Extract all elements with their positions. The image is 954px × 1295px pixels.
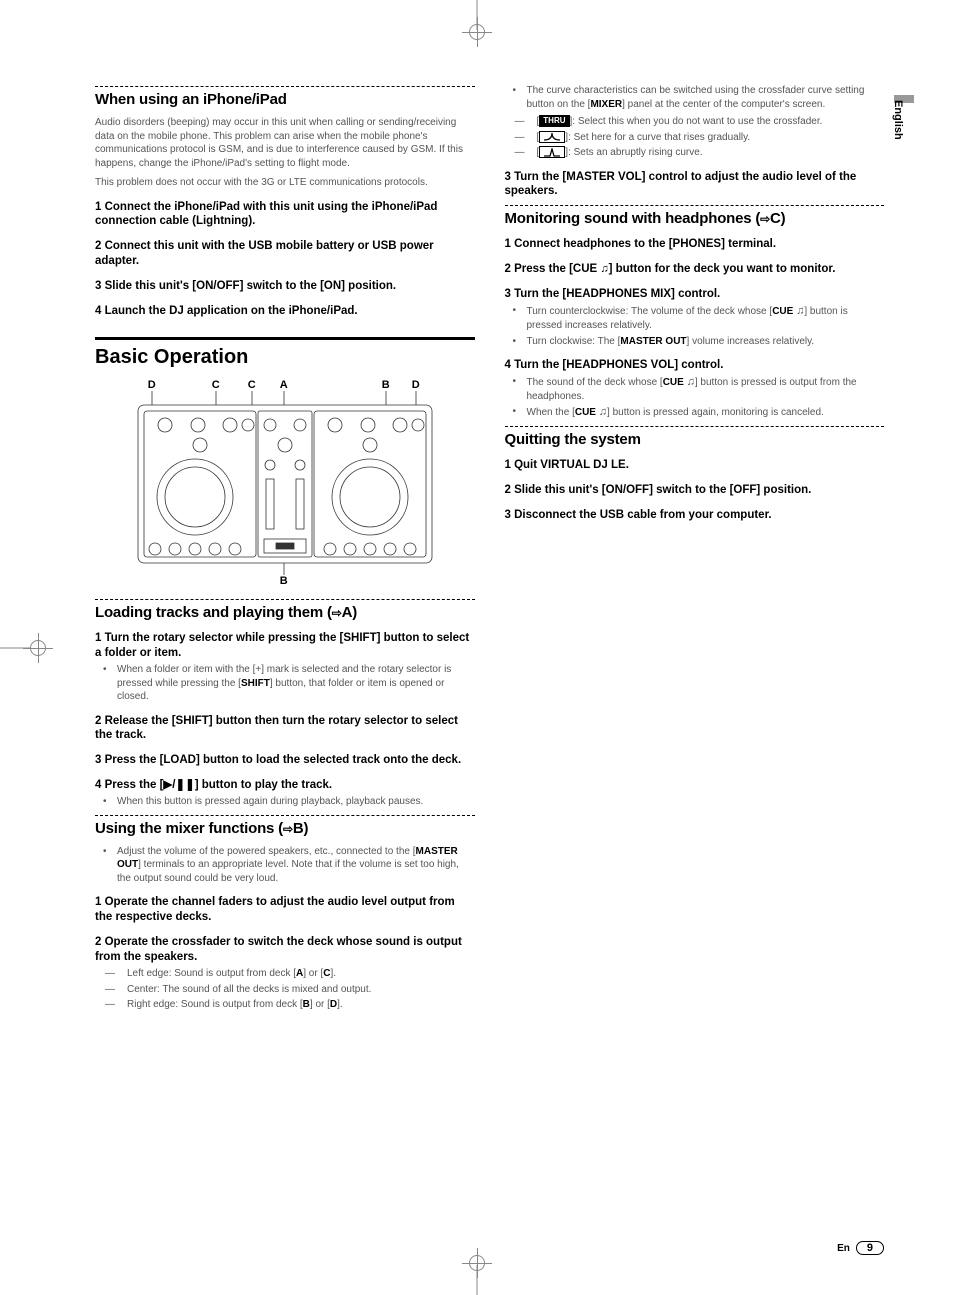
- paragraph: Audio disorders (beeping) may occur in t…: [95, 116, 475, 170]
- step-1: 1 Quit VIRTUAL DJ LE.: [505, 458, 885, 473]
- divider-dashed: [95, 86, 475, 87]
- paragraph: This problem does not occur with the 3G …: [95, 176, 475, 190]
- step-4: 4 Press the [▶/❚❚] button to play the tr…: [95, 778, 475, 793]
- dash-item: [THRU]: Select this when you do not want…: [533, 115, 885, 129]
- page-footer: En 9: [837, 1241, 884, 1255]
- footer-lang: En: [837, 1243, 850, 1254]
- step-3: 3 Slide this unit's [ON/OFF] switch to t…: [95, 279, 475, 294]
- heading-monitoring-headphones: Monitoring sound with headphones (⇨C): [505, 210, 885, 227]
- reference-arrow-icon: ⇨: [283, 822, 293, 836]
- step-3: 3 Disconnect the USB cable from your com…: [505, 508, 885, 523]
- bullet-item: Turn clockwise: The [MASTER OUT] volume …: [519, 335, 885, 349]
- bullet-item: The curve characteristics can be switche…: [519, 84, 885, 111]
- step-3: 3 Turn the [HEADPHONES MIX] control.: [505, 287, 885, 302]
- heading-text: Monitoring sound with headphones (: [505, 210, 761, 227]
- reference-arrow-icon: ⇨: [760, 212, 770, 226]
- dash-item: Right edge: Sound is output from deck [B…: [123, 998, 475, 1012]
- play-pause-icon: ▶/❚❚: [163, 779, 194, 791]
- heading-quitting: Quitting the system: [505, 431, 885, 448]
- divider-dashed: [95, 599, 475, 600]
- bullet-item: When this button is pressed again during…: [109, 795, 475, 809]
- step-2: 2 Release the [SHIFT] button then turn t…: [95, 714, 475, 744]
- heading-text: Using the mixer functions (: [95, 820, 283, 837]
- step-1: 1 Connect the iPhone/iPad with this unit…: [95, 200, 475, 230]
- bullet-item: When the [CUE ♫] button is pressed again…: [519, 405, 885, 420]
- left-column: When using an iPhone/iPad Audio disorder…: [95, 80, 475, 1016]
- headphones-icon: ♫: [600, 263, 608, 275]
- crop-mark: [469, 24, 485, 40]
- headphones-icon: ♫: [687, 376, 695, 388]
- heading-text: B): [293, 820, 308, 837]
- divider-dashed: [95, 815, 475, 816]
- language-tab: English: [892, 100, 904, 140]
- gradual-curve-icon: [539, 131, 565, 143]
- heading-text: A): [342, 604, 357, 621]
- crop-mark: [30, 640, 46, 656]
- right-column: The curve characteristics can be switche…: [505, 80, 885, 1016]
- page-number: 9: [856, 1241, 884, 1255]
- bullet-item: Adjust the volume of the powered speaker…: [109, 845, 475, 886]
- crop-mark: [469, 1255, 485, 1271]
- diagram-label-d: D: [412, 379, 420, 391]
- step-4: 4 Launch the DJ application on the iPhon…: [95, 304, 475, 319]
- heading-text: Loading tracks and playing them (: [95, 604, 332, 621]
- step-3: 3 Turn the [MASTER VOL] control to adjus…: [505, 170, 885, 200]
- controller-svg: [130, 379, 440, 589]
- step-1: 1 Operate the channel faders to adjust t…: [95, 895, 475, 925]
- divider-dashed: [505, 205, 885, 206]
- diagram-label-b: B: [280, 575, 288, 587]
- diagram-label-b: B: [382, 379, 390, 391]
- headphones-icon: ♫: [599, 406, 607, 418]
- step-4: 4 Turn the [HEADPHONES VOL] control.: [505, 358, 885, 373]
- bullet-item: Turn counterclockwise: The volume of the…: [519, 304, 885, 332]
- step-2: 2 Operate the crossfader to switch the d…: [95, 935, 475, 965]
- heading-loading-tracks: Loading tracks and playing them (⇨A): [95, 604, 475, 621]
- dash-item: []: Set here for a curve that rises grad…: [533, 131, 885, 145]
- dash-item: Left edge: Sound is output from deck [A]…: [123, 967, 475, 981]
- step-2: 2 Connect this unit with the USB mobile …: [95, 239, 475, 269]
- diagram-label-c: C: [212, 379, 220, 391]
- diagram-label-c: C: [248, 379, 256, 391]
- diagram-label-a: A: [280, 379, 288, 391]
- step-2: 2 Press the [CUE ♫] button for the deck …: [505, 262, 885, 277]
- heading-iphone-ipad: When using an iPhone/iPad: [95, 91, 475, 108]
- heading-mixer-functions: Using the mixer functions (⇨B): [95, 820, 475, 837]
- diagram-label-d: D: [148, 379, 156, 391]
- bullet-item: When a folder or item with the [+] mark …: [109, 663, 475, 704]
- heading-text: C): [770, 210, 785, 227]
- step-1: 1 Connect headphones to the [PHONES] ter…: [505, 237, 885, 252]
- heading-basic-operation: Basic Operation: [95, 346, 475, 369]
- dash-item: Center: The sound of all the decks is mi…: [123, 983, 475, 997]
- divider-solid: [95, 337, 475, 340]
- step-1: 1 Turn the rotary selector while pressin…: [95, 631, 475, 661]
- dash-item: []: Sets an abruptly rising curve.: [533, 146, 885, 160]
- step-2: 2 Slide this unit's [ON/OFF] switch to t…: [505, 483, 885, 498]
- thru-icon: THRU: [539, 115, 569, 127]
- step-3: 3 Press the [LOAD] button to load the se…: [95, 753, 475, 768]
- reference-arrow-icon: ⇨: [332, 606, 342, 620]
- abrupt-curve-icon: [539, 146, 565, 158]
- controller-diagram: D C C A B D B: [130, 379, 440, 589]
- divider-dashed: [505, 426, 885, 427]
- bullet-item: The sound of the deck whose [CUE ♫] butt…: [519, 375, 885, 403]
